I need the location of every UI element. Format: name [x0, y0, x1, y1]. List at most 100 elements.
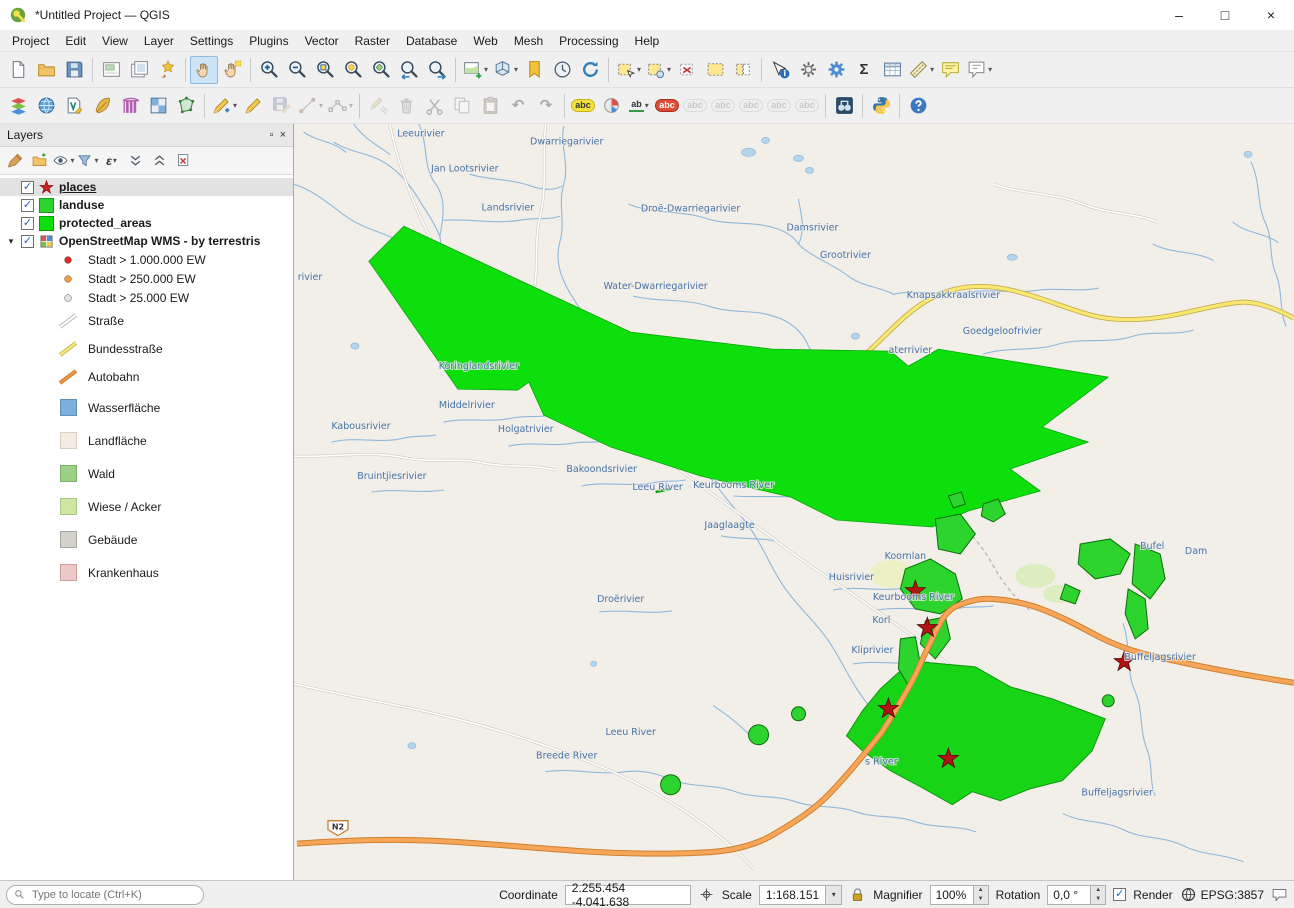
new-project-button[interactable] [4, 56, 32, 84]
legend-item-autobahn[interactable]: Autobahn [0, 363, 293, 391]
scale-combo[interactable]: 1:168.151 ▾ [759, 885, 842, 905]
select-all-features-button[interactable] [701, 56, 729, 84]
crs-status-button[interactable]: EPSG:3857 [1180, 886, 1264, 903]
rotation-spin-arrows[interactable]: ▲▼ [1090, 886, 1105, 904]
add-raster-layer-button[interactable] [144, 92, 172, 120]
wms-expander-icon[interactable]: ▾ [6, 236, 16, 247]
menu-processing[interactable]: Processing [551, 32, 626, 50]
zoom-to-layer-button[interactable] [367, 56, 395, 84]
new-map-view-button[interactable]: ▾ [460, 56, 490, 84]
legend-item-wasserfl-che[interactable]: Wasserfläche [0, 391, 293, 424]
legend-item-landfl-che[interactable]: Landfläche [0, 424, 293, 457]
zoom-full-button[interactable] [311, 56, 339, 84]
identify-features-button[interactable] [766, 56, 794, 84]
osm-place-search-button[interactable] [830, 92, 858, 120]
statistical-summary-button[interactable]: Σ [850, 56, 878, 84]
invert-selection-button[interactable] [729, 56, 757, 84]
menu-mesh[interactable]: Mesh [506, 32, 551, 50]
select-features-by-value-button[interactable]: ▾ [643, 56, 673, 84]
coordinate-value[interactable]: 2.255.454 -4.041.638 [565, 885, 691, 905]
legend-item-wald[interactable]: Wald [0, 457, 293, 490]
map-tips-button[interactable] [936, 56, 964, 84]
add-wms-layer-button[interactable] [32, 92, 60, 120]
new-virtual-layer-button[interactable] [116, 92, 144, 120]
close-button[interactable]: × [1248, 0, 1294, 30]
menu-vector[interactable]: Vector [297, 32, 347, 50]
scale-dropdown-icon[interactable]: ▾ [825, 886, 841, 904]
remove-layer-button[interactable] [172, 149, 195, 172]
new-print-layout-button[interactable] [97, 56, 125, 84]
menu-view[interactable]: View [94, 32, 136, 50]
save-project-button[interactable] [60, 56, 88, 84]
new-3d-map-view-dropdown-icon[interactable]: ▾ [514, 65, 518, 74]
zoom-in-button[interactable] [255, 56, 283, 84]
zoom-last-button[interactable] [395, 56, 423, 84]
zoom-next-button[interactable] [423, 56, 451, 84]
zoom-to-selection-button[interactable] [339, 56, 367, 84]
add-group-button[interactable] [28, 149, 51, 172]
current-edits-button[interactable]: ▾ [209, 92, 239, 120]
legend-item-stadt-1-000-000-ew[interactable]: Stadt > 1.000.000 EW [0, 250, 293, 269]
layer-item-osm-wms[interactable]: ▾ OpenStreetMap WMS - by terrestris [0, 232, 293, 250]
menu-settings[interactable]: Settings [182, 32, 241, 50]
measure-line-button[interactable]: ▾ [906, 56, 936, 84]
manage-map-themes-button[interactable]: ▾ [52, 149, 75, 172]
current-edits-dropdown-icon[interactable]: ▾ [233, 101, 237, 110]
measure-line-dropdown-icon[interactable]: ▾ [930, 65, 934, 74]
refresh-map-button[interactable] [576, 56, 604, 84]
layer-labeling-button[interactable]: abc [569, 92, 597, 120]
manage-map-themes-dropdown-icon[interactable]: ▾ [70, 156, 74, 165]
python-console-button[interactable] [867, 92, 895, 120]
collapse-all-button[interactable] [148, 149, 171, 172]
new-map-view-dropdown-icon[interactable]: ▾ [484, 65, 488, 74]
map-canvas[interactable]: N2 LeeurivierDwarriegarivierJan Lootsriv… [294, 124, 1294, 880]
new-text-annotation-dropdown-icon[interactable]: ▾ [988, 65, 992, 74]
menu-help[interactable]: Help [627, 32, 668, 50]
select-features-dropdown-icon[interactable]: ▾ [637, 65, 641, 74]
filter-legend-dropdown-icon[interactable]: ▾ [94, 156, 98, 165]
maximize-button[interactable]: □ [1202, 0, 1248, 30]
run-feature-action-button[interactable] [794, 56, 822, 84]
legend-item-krankenhaus[interactable]: Krankenhaus [0, 556, 293, 589]
toggle-editing-button[interactable] [239, 92, 267, 120]
lock-scale-icon[interactable] [849, 886, 866, 903]
style-manager-button[interactable] [153, 56, 181, 84]
add-vector-layer-button[interactable] [172, 92, 200, 120]
zoom-out-button[interactable] [283, 56, 311, 84]
magnifier-spin-arrows[interactable]: ▲▼ [973, 886, 988, 904]
legend-item-bundesstra-e[interactable]: Bundesstraße [0, 335, 293, 363]
panel-close-button[interactable]: × [280, 129, 286, 141]
legend-item-stra-e[interactable]: Straße [0, 307, 293, 335]
menu-project[interactable]: Project [4, 32, 57, 50]
locator-box[interactable] [6, 885, 204, 905]
new-3d-map-view-button[interactable]: ▾ [490, 56, 520, 84]
menu-edit[interactable]: Edit [57, 32, 94, 50]
menu-web[interactable]: Web [465, 32, 505, 50]
panel-float-button[interactable]: ▫ [270, 129, 274, 141]
rotation-spinbox[interactable]: 0,0 ° ▲▼ [1047, 885, 1106, 905]
processing-toolbox-button[interactable] [822, 56, 850, 84]
new-shapefile-layer-button[interactable] [60, 92, 88, 120]
legend-item-stadt-250-000-ew[interactable]: Stadt > 250.000 EW [0, 269, 293, 288]
menu-plugins[interactable]: Plugins [241, 32, 296, 50]
places-checkbox[interactable] [21, 181, 34, 194]
data-source-manager-button[interactable] [4, 92, 32, 120]
open-layer-styling-button[interactable] [4, 149, 27, 172]
select-features-by-value-dropdown-icon[interactable]: ▾ [667, 65, 671, 74]
toggle-extents-icon[interactable] [698, 886, 715, 903]
locator-input[interactable] [30, 888, 196, 902]
protected-areas-checkbox[interactable] [21, 217, 34, 230]
highlight-pinned-labels-button[interactable]: abc [653, 92, 681, 120]
layer-item-protected-areas[interactable]: protected_areas [0, 214, 293, 232]
legend-item-geb-ude[interactable]: Gebäude [0, 523, 293, 556]
filter-legend-button[interactable]: ▾ [76, 149, 99, 172]
magnifier-spinbox[interactable]: 100% ▲▼ [930, 885, 989, 905]
filter-by-expression-button[interactable]: ε▾ [100, 149, 123, 172]
render-checkbox[interactable] [1113, 888, 1126, 901]
layer-item-places[interactable]: places [0, 178, 293, 196]
messages-icon[interactable] [1271, 886, 1288, 903]
legend-item-stadt-25-000-ew[interactable]: Stadt > 25.000 EW [0, 288, 293, 307]
show-layout-manager-button[interactable] [125, 56, 153, 84]
pin-unpin-labels-dropdown-icon[interactable]: ▾ [645, 101, 649, 110]
vertex-tool-dropdown-icon[interactable]: ▾ [349, 101, 353, 110]
